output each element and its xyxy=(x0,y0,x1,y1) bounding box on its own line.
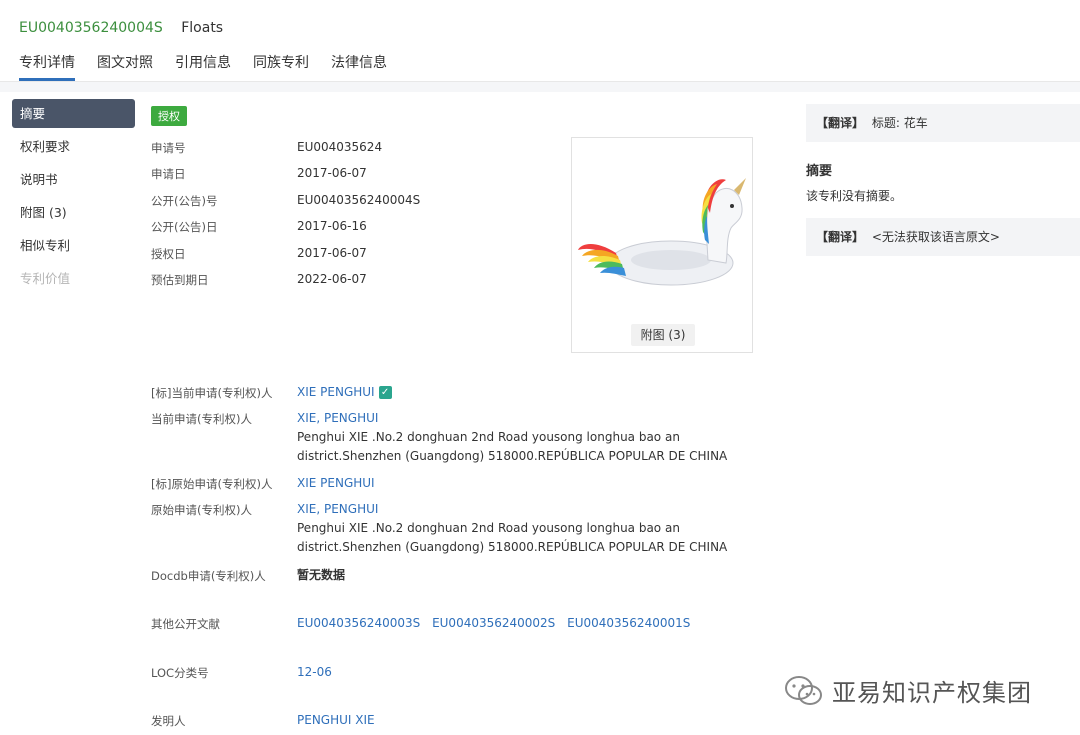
sidebar-item-similar[interactable]: 相似专利 xyxy=(12,231,135,260)
address-line: district.Shenzhen (Guangdong) 518000.REP… xyxy=(297,449,728,463)
field-value: XIE, PENGHUI Penghui XIE .No.2 donghuan … xyxy=(297,409,727,466)
patent-title: Floats xyxy=(181,20,224,36)
tab-legal[interactable]: 法律信息 xyxy=(331,52,387,81)
field-label: 原始申请(专利权)人 xyxy=(151,503,252,517)
address-line: Penghui XIE .No.2 donghuan 2nd Road yous… xyxy=(297,521,680,535)
field-label: Docdb申请(专利权)人 xyxy=(151,569,266,583)
abstract-text: 该专利没有摘要。 xyxy=(806,189,903,203)
field-value: XIE, PENGHUI Penghui XIE .No.2 donghuan … xyxy=(297,500,727,557)
publication-link[interactable]: EU0040356240002S xyxy=(432,616,555,630)
abstract-title: 摘要 xyxy=(806,164,833,179)
field-value: 暂无数据 xyxy=(297,568,346,582)
field-label: 公开(公告)号 xyxy=(151,194,218,208)
field-label: [标]当前申请(专利权)人 xyxy=(151,386,273,400)
translation-text: <无法获取该语言原文> xyxy=(871,230,1000,244)
patent-number: EU0040356240004S xyxy=(19,20,163,36)
wechat-icon xyxy=(785,675,822,705)
sidebar-item-figures[interactable]: 附图 (3) xyxy=(12,198,135,227)
tab-citations[interactable]: 引用信息 xyxy=(175,52,231,81)
translation-box: 【翻译】 <无法获取该语言原文> xyxy=(806,218,1080,256)
field-value: EU0040356240004S xyxy=(297,193,421,207)
sidebar-item-value: 专利价值 xyxy=(20,271,71,286)
field-value: 2022-06-07 xyxy=(297,272,367,286)
tab-patent-details[interactable]: 专利详情 xyxy=(19,52,75,81)
figures-button[interactable]: 附图 (3) xyxy=(631,324,695,346)
field-label: 当前申请(专利权)人 xyxy=(151,412,252,426)
unicorn-float-image xyxy=(578,178,746,286)
inventor-link[interactable]: PENGHUI XIE xyxy=(297,711,375,730)
field-label: 申请日 xyxy=(151,167,186,181)
watermark-text: 亚易知识产权集团 xyxy=(832,679,1032,707)
field-value: EU004035624 xyxy=(297,140,383,154)
tab-text-image[interactable]: 图文对照 xyxy=(97,52,153,81)
address-line: district.Shenzhen (Guangdong) 518000.REP… xyxy=(297,540,728,554)
publication-link[interactable]: EU0040356240001S xyxy=(567,616,690,630)
field-value: 2017-06-07 xyxy=(297,166,367,180)
field-label: [标]原始申请(专利权)人 xyxy=(151,477,273,491)
watermark: 亚易知识产权集团 xyxy=(784,673,1032,708)
tab-bar: 专利详情 图文对照 引用信息 同族专利 法律信息 xyxy=(19,52,409,81)
patent-header: EU0040356240004S Floats 专利详情 图文对照 引用信息 同… xyxy=(0,0,1080,82)
title-row: EU0040356240004S Floats xyxy=(19,20,223,36)
translation-box: 【翻译】 标题: 花车 xyxy=(806,104,1080,142)
publication-links: EU0040356240003S EU0040356240002S EU0040… xyxy=(297,614,698,633)
applicant-name[interactable]: XIE PENGHUI xyxy=(297,385,375,399)
translation-tag: 【翻译】 xyxy=(816,116,865,130)
applicant-link[interactable]: XIE PENGHUI ✓ xyxy=(297,383,392,402)
verified-icon: ✓ xyxy=(378,386,392,399)
field-value: 2017-06-07 xyxy=(297,246,367,260)
right-panel: 【翻译】 标题: 花车 摘要 该专利没有摘要。 【翻译】 <无法获取该语言原文> xyxy=(806,104,1080,256)
publication-link[interactable]: EU0040356240003S xyxy=(297,616,420,630)
sidebar: 摘要 权利要求 说明书 附图 (3) 相似专利 专利价值 xyxy=(12,99,135,297)
sidebar-item-abstract[interactable]: 摘要 xyxy=(12,99,135,128)
applicant-link[interactable]: XIE, PENGHUI xyxy=(297,500,727,519)
figure-preview[interactable]: 附图 (3) xyxy=(571,137,753,353)
field-label: 其他公开文献 xyxy=(151,617,220,631)
applicant-link[interactable]: XIE PENGHUI xyxy=(297,474,375,493)
divider-strip xyxy=(0,82,1080,92)
field-label: 申请号 xyxy=(151,141,186,155)
field-label: 预估到期日 xyxy=(151,273,209,287)
translation-text: 标题: 花车 xyxy=(871,116,928,130)
applicant-link[interactable]: XIE, PENGHUI xyxy=(297,409,727,428)
field-label: 公开(公告)日 xyxy=(151,220,218,234)
status-badge: 授权 xyxy=(151,106,187,126)
field-label: 发明人 xyxy=(151,714,186,728)
sidebar-item-description[interactable]: 说明书 xyxy=(12,165,135,194)
field-label: 授权日 xyxy=(151,247,186,261)
loc-class-link[interactable]: 12-06 xyxy=(297,663,332,682)
address-line: Penghui XIE .No.2 donghuan 2nd Road yous… xyxy=(297,430,680,444)
tab-family[interactable]: 同族专利 xyxy=(253,52,309,81)
sidebar-item-claims[interactable]: 权利要求 xyxy=(12,132,135,161)
field-value: 2017-06-16 xyxy=(297,219,367,233)
translation-tag: 【翻译】 xyxy=(816,230,865,244)
field-label: LOC分类号 xyxy=(151,666,209,680)
